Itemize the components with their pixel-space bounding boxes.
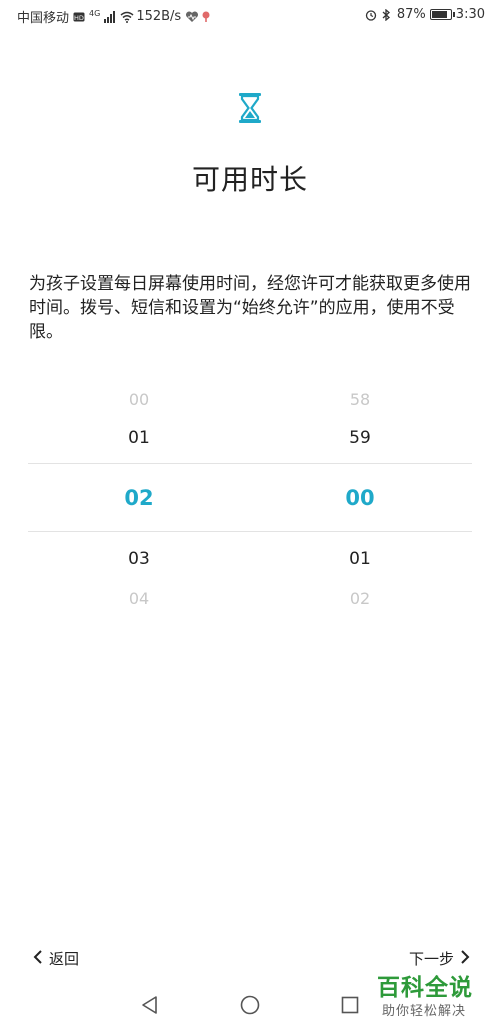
carrier-label: 中国移动 bbox=[17, 11, 70, 26]
net-speed-label: 152B/s bbox=[136, 9, 182, 24]
battery-level-fill bbox=[431, 11, 447, 18]
network-type-badge: 4G bbox=[89, 9, 101, 18]
signal-icon bbox=[104, 10, 116, 23]
hours-wheel[interactable]: 00 01 02 03 04 bbox=[89, 380, 189, 620]
bluetooth-icon bbox=[381, 8, 393, 21]
status-right: 87% 3:30 bbox=[365, 7, 485, 22]
watermark-subtitle: 助你轻松解决 bbox=[382, 1004, 467, 1019]
svg-text:HD: HD bbox=[74, 14, 84, 22]
back-button[interactable]: 返回 bbox=[33, 948, 79, 969]
screen: 中国移动 HD 4G 152B/s 87% 3:30 可用时长 为孩子设置每日屏… bbox=[0, 0, 500, 1028]
chevron-left-icon bbox=[33, 949, 43, 968]
description-text: 为孩子设置每日屏幕使用时间，经您许可才能获取更多使用时间。拨号、短信和设置为“始… bbox=[29, 274, 471, 342]
nav-back-triangle-icon[interactable] bbox=[138, 993, 162, 1017]
watermark: 百科全说 助你轻松解决 bbox=[373, 966, 495, 1024]
minute-option-selected[interactable]: 00 bbox=[310, 486, 410, 510]
status-left: 中国移动 HD 4G 152B/s bbox=[17, 7, 213, 26]
battery-percent: 87% bbox=[396, 7, 426, 22]
hd-icon: HD bbox=[73, 11, 85, 23]
minute-option[interactable]: 02 bbox=[310, 589, 410, 608]
page-title: 可用时长 bbox=[191, 163, 308, 196]
clock-time: 3:30 bbox=[455, 7, 485, 22]
hour-option[interactable]: 03 bbox=[89, 549, 189, 569]
battery-icon bbox=[429, 9, 455, 20]
hour-option[interactable]: 00 bbox=[89, 390, 189, 409]
minute-option[interactable]: 59 bbox=[310, 428, 410, 448]
duration-picker[interactable]: 00 01 02 03 04 58 59 00 01 02 bbox=[0, 380, 500, 620]
hour-option[interactable]: 01 bbox=[89, 428, 189, 448]
nav-recents-square-icon[interactable] bbox=[338, 993, 362, 1017]
location-pin-icon bbox=[201, 11, 213, 23]
alarm-icon bbox=[365, 9, 377, 21]
minutes-wheel[interactable]: 58 59 00 01 02 bbox=[310, 380, 410, 620]
nav-home-circle-icon[interactable] bbox=[238, 993, 262, 1017]
status-bar: 中国移动 HD 4G 152B/s 87% 3:30 bbox=[0, 0, 500, 32]
minute-option[interactable]: 58 bbox=[310, 390, 410, 409]
minute-option[interactable]: 01 bbox=[310, 549, 410, 569]
chevron-right-icon bbox=[460, 949, 470, 968]
wifi-icon bbox=[120, 11, 134, 23]
hourglass-icon bbox=[237, 92, 263, 124]
health-heart-icon bbox=[185, 10, 199, 23]
hour-option-selected[interactable]: 02 bbox=[89, 486, 189, 510]
back-label: 返回 bbox=[49, 950, 80, 968]
hour-option[interactable]: 04 bbox=[89, 589, 189, 608]
watermark-title: 百科全说 bbox=[377, 975, 473, 1001]
